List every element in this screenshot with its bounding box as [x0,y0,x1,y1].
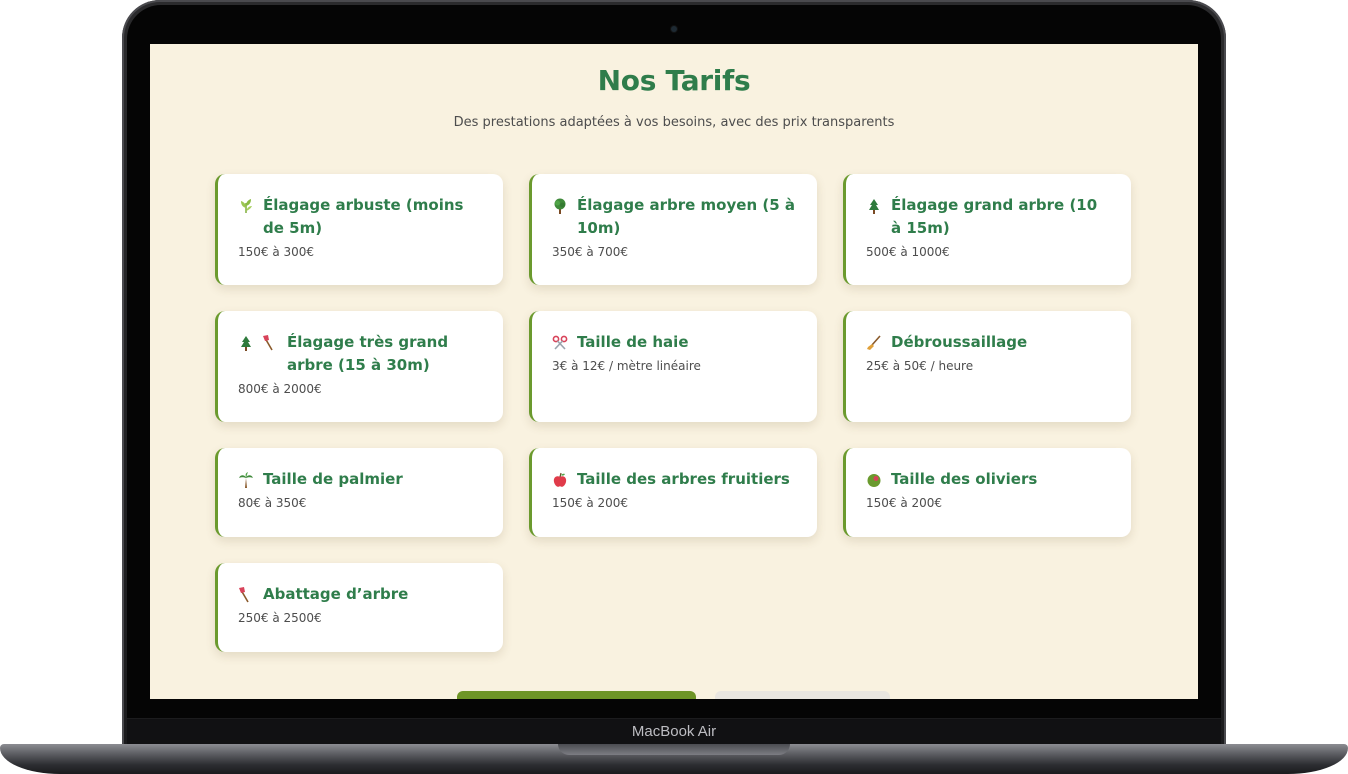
primary-cta-button[interactable] [457,691,696,699]
pricing-card: Taille des oliviers 150€ à 200€ [843,448,1131,537]
card-price: 150€ à 200€ [552,496,629,510]
card-price: 250€ à 2500€ [238,611,322,625]
deciduous-tree-icon [552,194,568,217]
apple-icon [552,468,568,491]
evergreen-tree-icon [866,194,882,217]
card-title: Taille des oliviers [891,470,1038,488]
card-price: 80€ à 350€ [238,496,307,510]
pricing-card: Taille de palmier 80€ à 350€ [215,448,503,537]
card-title: Abattage d’arbre [263,585,409,603]
herb-icon [238,194,254,217]
card-title: Élagage grand arbre (10 à 15m) [891,196,1098,237]
secondary-cta-button[interactable] [715,691,890,699]
page-subtitle: Des prestations adaptées à vos besoins, … [453,115,895,130]
laptop-model-label: MacBook Air [631,723,717,740]
card-title: Élagage arbuste (moins de 5m) [263,196,464,237]
pricing-card: Taille des arbres fruitiers 150€ à 200€ [529,448,817,537]
card-title: Taille des arbres fruitiers [577,470,790,488]
scissors-icon [552,331,568,354]
card-price: 350€ à 700€ [552,245,629,259]
page-title: Nos Tarifs [597,64,751,97]
pricing-card: Élagage grand arbre (10 à 15m) 500€ à 10… [843,174,1131,285]
card-title: Taille de palmier [263,470,403,488]
card-price: 150€ à 200€ [866,496,943,510]
evergreen-tree-axe-icon [238,331,278,354]
card-price: 500€ à 1000€ [866,245,950,259]
card-price: 150€ à 300€ [238,245,315,259]
camera-icon [671,26,677,32]
broom-icon [866,331,882,354]
axe-icon [238,583,254,606]
palm-tree-icon [238,468,254,491]
olive-icon [866,468,882,491]
card-price: 3€ à 12€ / mètre linéaire [552,359,701,373]
pricing-card: Abattage d’arbre 250€ à 2500€ [215,563,503,652]
card-title: Élagage très grand arbre (15 à 30m) [287,333,449,374]
laptop-hinge-notch [558,744,790,755]
pricing-card: Taille de haie 3€ à 12€ / mètre linéaire [529,311,817,422]
card-title: Élagage arbre moyen (5 à 10m) [577,196,795,237]
card-title: Débroussaillage [891,333,1028,351]
pricing-card: Élagage arbre moyen (5 à 10m) 350€ à 700… [529,174,817,285]
pricing-card: Débroussaillage 25€ à 50€ / heure [843,311,1131,422]
card-price: 800€ à 2000€ [238,382,322,396]
laptop-mockup: Nos Tarifs Des prestations adaptées à vo… [0,0,1348,774]
card-title: Taille de haie [577,333,689,351]
card-price: 25€ à 50€ / heure [866,359,974,373]
pricing-card: Élagage très grand arbre (15 à 30m) 800€… [215,311,503,422]
pricing-card: Élagage arbuste (moins de 5m) 150€ à 300… [215,174,503,285]
website-screen: Nos Tarifs Des prestations adaptées à vo… [150,44,1198,699]
